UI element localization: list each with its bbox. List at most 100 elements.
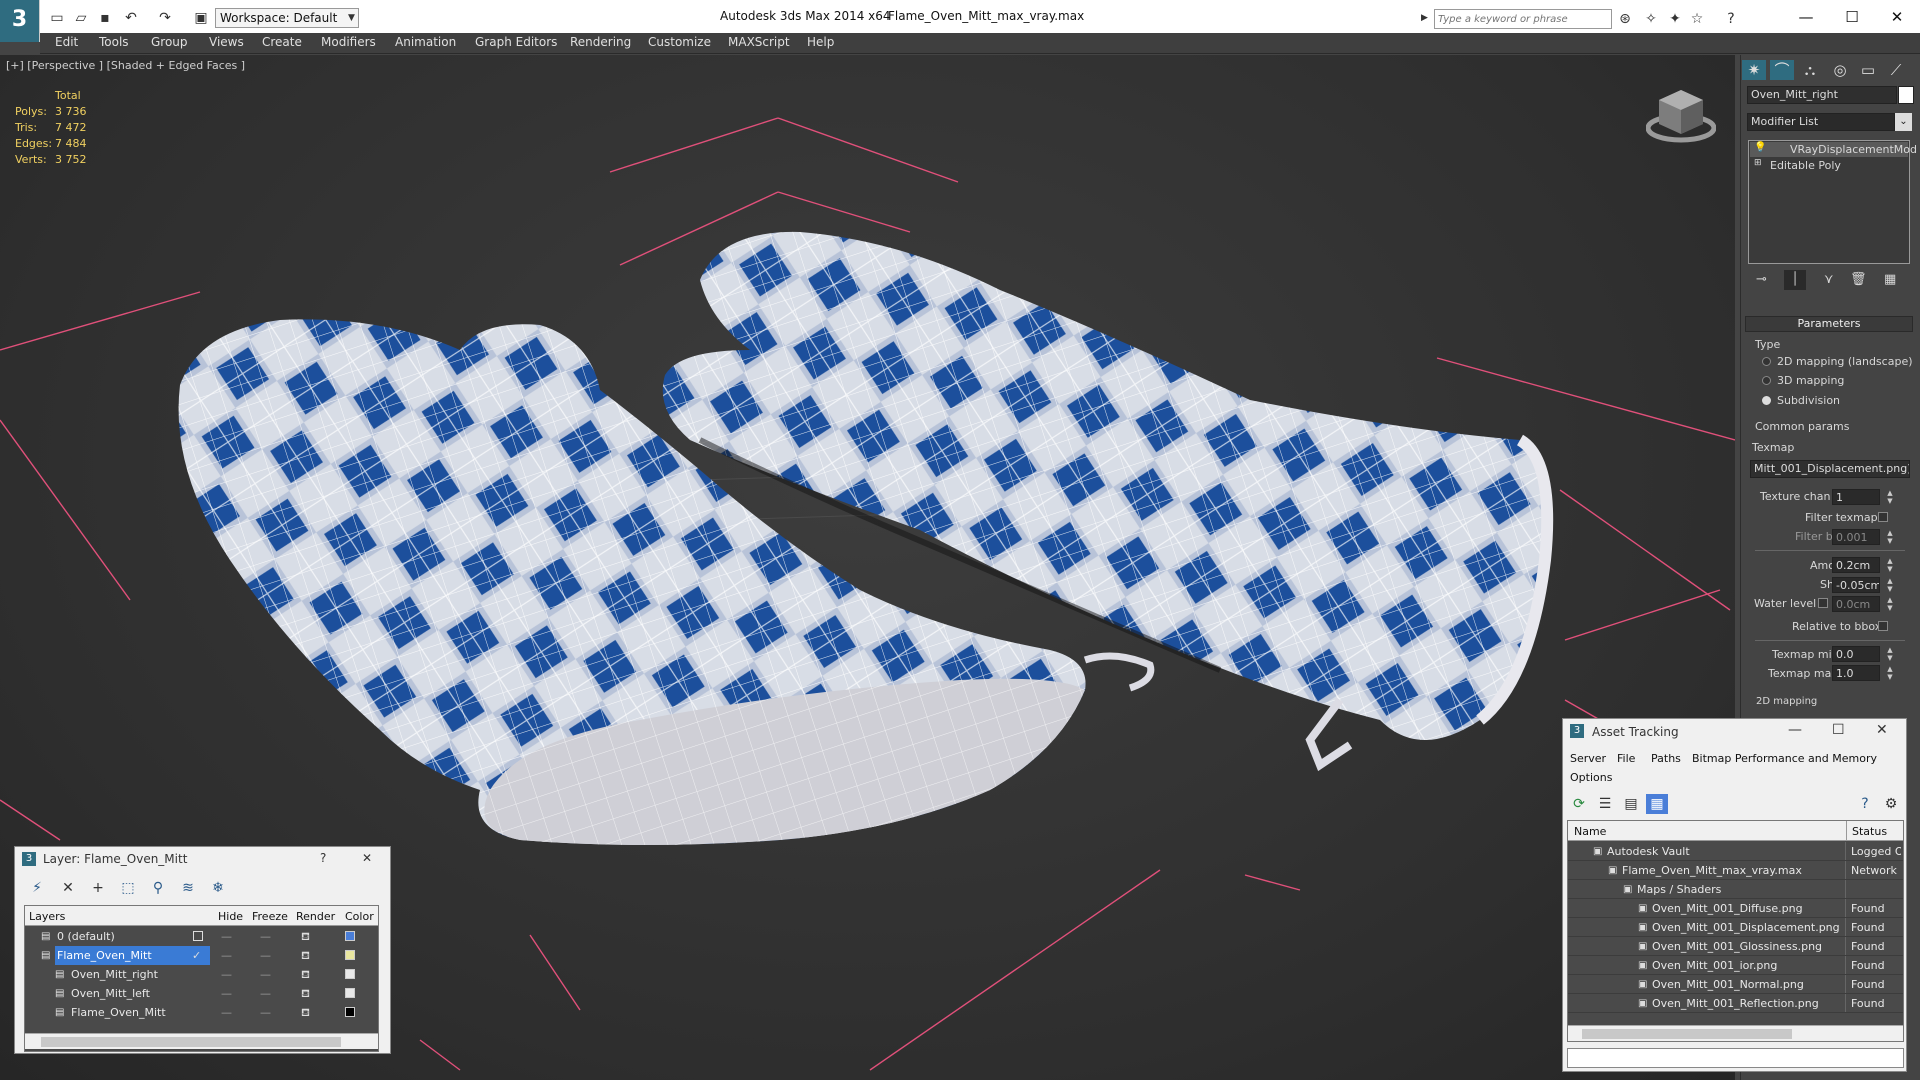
show-end-result-icon[interactable]: ⏐ [1784, 270, 1806, 290]
stack-item-editable-poly[interactable]: Editable Poly [1770, 159, 1841, 172]
filter-blur-input[interactable]: 0.001 [1832, 529, 1880, 545]
menu-edit[interactable]: Edit [55, 35, 78, 49]
spinner-icon[interactable]: ▲ ▼ [1885, 665, 1895, 681]
layer-row[interactable]: ▤ Oven_Mitt_left — — ⛾ [25, 984, 378, 1003]
asset-row[interactable]: ▣ Oven_Mitt_001_ior.png Found [1568, 956, 1903, 975]
layer-row[interactable]: ▤ Flame_Oven_Mitt ✓ — — ⛾ [25, 946, 378, 965]
hierarchy-tab-icon[interactable]: ⛬ [1798, 60, 1822, 80]
project-folder-icon[interactable]: ▣ [190, 8, 212, 28]
menu-views[interactable]: Views [209, 35, 244, 49]
menu-maxscript[interactable]: MAXScript [728, 35, 790, 49]
col-status[interactable]: Status [1852, 825, 1887, 838]
radio-subdivision[interactable] [1762, 396, 1771, 405]
pin-stack-icon[interactable]: ⊸ [1756, 272, 1767, 287]
list-view-icon[interactable]: ☰ [1594, 794, 1616, 814]
freeze-all-layers-icon[interactable]: ❄ [207, 878, 229, 898]
menu-tools[interactable]: Tools [99, 35, 129, 49]
texmap-max-input[interactable]: 1.0 [1832, 665, 1880, 681]
asset-menu-server[interactable]: Server [1570, 752, 1606, 765]
asset-row[interactable]: ▣ Flame_Oven_Mitt_max_vray.max Network [1568, 861, 1903, 880]
menu-modifiers[interactable]: Modifiers [321, 35, 376, 49]
menu-customize[interactable]: Customize [648, 35, 711, 49]
hide-toggle[interactable]: — [221, 946, 232, 965]
hide-toggle[interactable]: — [221, 965, 232, 984]
asset-horizontal-scrollbar[interactable] [1568, 1025, 1903, 1041]
asset-row[interactable]: ▣ Oven_Mitt_001_Displacement.png Found [1568, 918, 1903, 937]
maximize-button[interactable]: ☐ [1829, 4, 1875, 30]
new-file-icon[interactable]: ▭ [46, 8, 68, 28]
render-teapot-icon[interactable]: ⛾ [301, 946, 310, 965]
render-teapot-icon[interactable]: ⛾ [301, 965, 310, 984]
asset-row[interactable]: ▣ Oven_Mitt_001_Reflection.png Found [1568, 994, 1903, 1013]
object-name-input[interactable]: Oven_Mitt_right [1747, 86, 1897, 104]
asset-menu-bitmap-performance[interactable]: Bitmap Performance and Memory [1692, 752, 1877, 765]
menu-create[interactable]: Create [262, 35, 302, 49]
spinner-icon[interactable]: ▲ ▼ [1885, 646, 1895, 662]
binoculars-icon[interactable]: ⊛ [1614, 9, 1636, 29]
spinner-icon[interactable]: ▲ ▼ [1885, 577, 1895, 593]
freeze-toggle[interactable]: — [260, 946, 271, 965]
texmap-button[interactable]: Mitt_001_Displacement.png) [1750, 460, 1910, 478]
col-layers[interactable]: Layers [29, 910, 65, 923]
layer-color-swatch[interactable] [345, 969, 355, 979]
remove-modifier-icon[interactable]: 🗑 [1850, 272, 1867, 287]
open-file-icon[interactable]: ▱ [70, 8, 92, 28]
freeze-toggle[interactable]: — [260, 965, 271, 984]
spinner-icon[interactable]: ▲ ▼ [1885, 596, 1895, 612]
layer-color-swatch[interactable] [345, 950, 355, 960]
communication-center-icon[interactable]: ✦ [1664, 9, 1686, 29]
asset-minimize-button[interactable]: — [1788, 722, 1802, 738]
menu-rendering[interactable]: Rendering [570, 35, 631, 49]
object-color-swatch[interactable] [1898, 86, 1914, 104]
current-layer-box-icon[interactable] [193, 931, 203, 941]
layer-horizontal-scrollbar[interactable] [25, 1033, 378, 1049]
make-unique-icon[interactable]: ⋎ [1824, 272, 1834, 287]
filter-texmap-checkbox[interactable] [1878, 512, 1888, 522]
viewcube-icon[interactable] [1645, 84, 1717, 148]
menu-group[interactable]: Group [151, 35, 188, 49]
render-teapot-icon[interactable]: ⛾ [301, 927, 310, 946]
hide-toggle[interactable]: — [221, 984, 232, 1003]
shift-input[interactable]: -0.05cm [1832, 577, 1880, 593]
layer-color-swatch[interactable] [345, 988, 355, 998]
refresh-icon[interactable]: ⟳ [1568, 794, 1590, 814]
minimize-button[interactable]: — [1783, 4, 1829, 30]
radio-3d-mapping[interactable] [1762, 376, 1771, 385]
select-in-layer-icon[interactable]: ⬚ [117, 878, 139, 898]
render-teapot-icon[interactable]: ⛾ [301, 1003, 310, 1022]
parameters-rollout-header[interactable]: Parameters [1745, 316, 1913, 332]
configure-sets-icon[interactable]: ▦ [1884, 272, 1896, 287]
viewport-label[interactable]: [+] [Perspective ] [Shaded + Edged Faces… [6, 59, 245, 72]
table-view-icon[interactable]: ▦ [1646, 794, 1668, 814]
hide-all-layers-icon[interactable]: ≋ [177, 878, 199, 898]
asset-help-icon[interactable]: ? [1854, 794, 1876, 814]
hide-toggle[interactable]: — [221, 927, 232, 946]
water-level-input[interactable]: 0.0cm [1832, 596, 1880, 612]
asset-settings-icon[interactable]: ⚙ [1880, 794, 1902, 814]
highlight-layer-icon[interactable]: ⚲ [147, 878, 169, 898]
favorites-star-icon[interactable]: ☆ [1686, 9, 1708, 29]
layer-color-swatch[interactable] [345, 1007, 355, 1017]
lightbulb-icon[interactable]: 💡 [1754, 142, 1766, 153]
modifier-list-dropdown[interactable]: Modifier List [1747, 113, 1895, 131]
asset-menu-file[interactable]: File [1617, 752, 1635, 765]
create-tab-icon[interactable]: ✷ [1742, 60, 1766, 80]
asset-menu-paths[interactable]: Paths [1651, 752, 1681, 765]
display-tab-icon[interactable]: ▭ [1856, 60, 1880, 80]
menu-graph-editors[interactable]: Graph Editors [475, 35, 557, 49]
search-input[interactable] [1434, 9, 1612, 29]
layer-row[interactable]: ▤ 0 (default) — — ⛾ [25, 927, 378, 946]
undo-icon[interactable]: ↶ [120, 8, 142, 28]
detail-view-icon[interactable]: ▤ [1620, 794, 1642, 814]
asset-path-field[interactable] [1567, 1048, 1904, 1068]
asset-menu-options[interactable]: Options [1570, 771, 1612, 784]
help-icon[interactable]: ? [1720, 9, 1742, 29]
render-teapot-icon[interactable]: ⛾ [301, 984, 310, 1003]
expand-search-icon[interactable]: ▶ [1421, 13, 1428, 23]
asset-row[interactable]: ▣ Oven_Mitt_001_Glossiness.png Found [1568, 937, 1903, 956]
asset-row[interactable]: ▣ Autodesk Vault Logged O [1568, 842, 1903, 861]
motion-tab-icon[interactable]: ◎ [1828, 60, 1852, 80]
relative-bbox-checkbox[interactable] [1878, 621, 1888, 631]
current-layer-check-icon[interactable]: ✓ [192, 946, 201, 965]
col-freeze[interactable]: Freeze [252, 910, 288, 923]
